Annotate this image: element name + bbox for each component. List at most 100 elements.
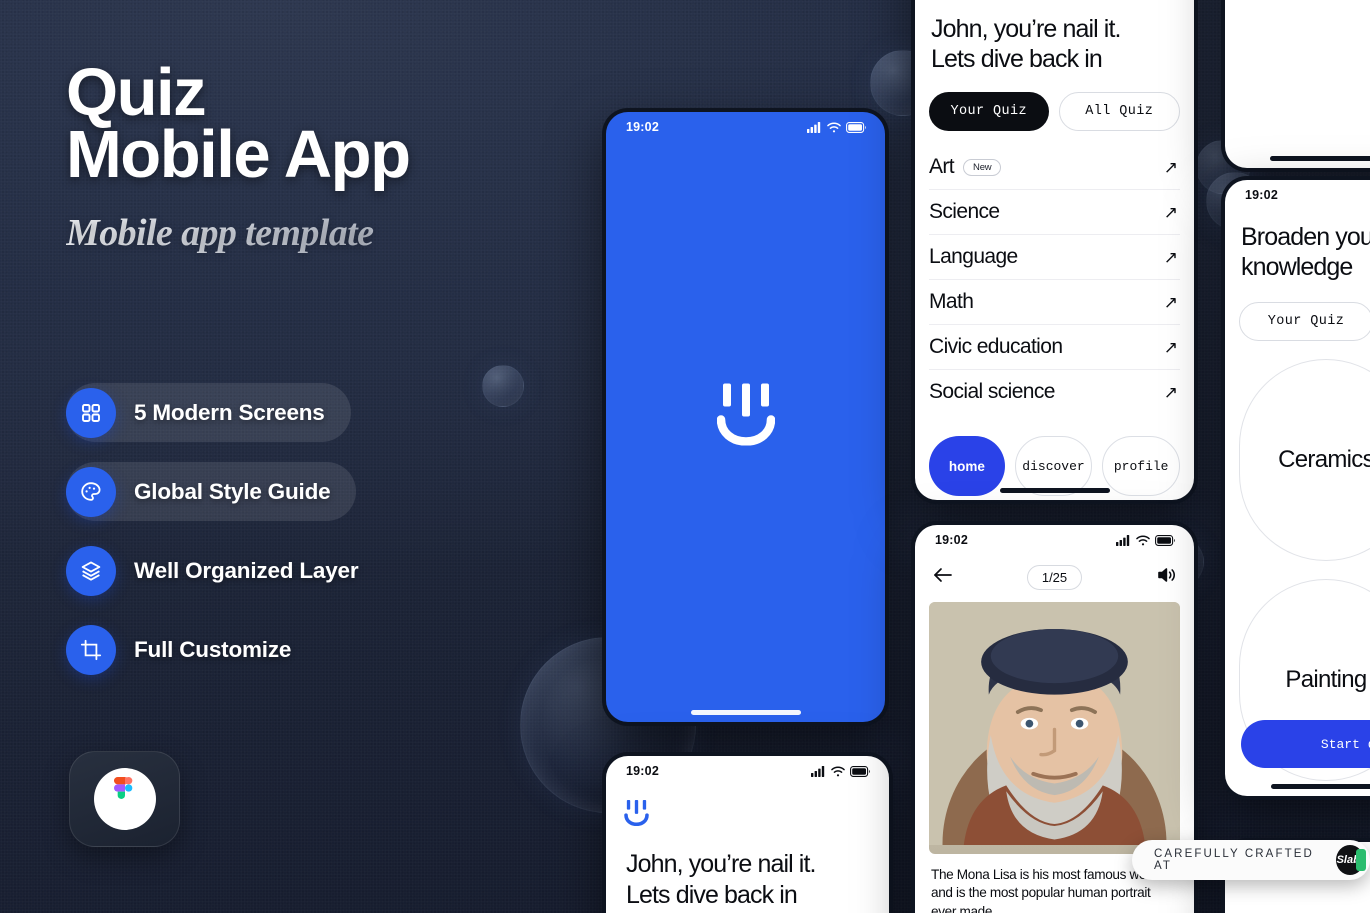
nav-item-profile[interactable]: profile bbox=[1102, 436, 1181, 496]
category-row-language[interactable]: Language ↗ bbox=[929, 235, 1180, 280]
wifi-icon bbox=[1136, 535, 1150, 545]
home-indicator bbox=[999, 488, 1110, 493]
category-label: Math bbox=[929, 290, 974, 313]
arrow-up-right-icon[interactable]: ↗ bbox=[1164, 339, 1178, 356]
nav-item-home[interactable]: home bbox=[929, 436, 1005, 496]
category-row-art[interactable]: Art New ↗ bbox=[929, 145, 1180, 190]
grid-icon bbox=[66, 387, 116, 438]
category-tabs: Your Quiz bbox=[1239, 302, 1370, 341]
category-label: Civic education bbox=[929, 335, 1063, 358]
signal-icon bbox=[807, 121, 821, 133]
wifi-icon bbox=[831, 766, 845, 776]
category-row-math[interactable]: Math ↗ bbox=[929, 280, 1180, 325]
start-quiz-button[interactable]: Start qui bbox=[1241, 720, 1370, 768]
category-label: Language bbox=[929, 245, 1018, 268]
arrow-up-right-icon[interactable]: ↗ bbox=[1164, 294, 1178, 311]
phone-category-screen: 19:02 Broaden you knowledge Your Quiz Ce… bbox=[1221, 176, 1370, 800]
status-bar: 19:02 bbox=[606, 756, 889, 786]
category-option-ceramics[interactable]: Ceramics bbox=[1239, 359, 1370, 561]
category-row-civic-education[interactable]: Civic education ↗ bbox=[929, 325, 1180, 370]
arrow-up-right-icon[interactable]: ↗ bbox=[1164, 159, 1178, 176]
phone-greeting-screen: 19:02 John, you’re nail it. Lets dive ba… bbox=[602, 752, 893, 913]
category-row-science[interactable]: Science ↗ bbox=[929, 190, 1180, 235]
status-bar: 19:02 bbox=[915, 525, 1194, 555]
bottom-nav: home discover profile bbox=[929, 436, 1181, 496]
phone-home-screen: John, you’re nail it. Lets dive back in … bbox=[911, 0, 1198, 504]
quiz-tabs: Your Quiz All Quiz bbox=[929, 92, 1180, 131]
wifi-icon bbox=[827, 122, 841, 132]
status-icons bbox=[811, 765, 871, 777]
category-line-1: Broaden you bbox=[1241, 223, 1370, 251]
home-indicator bbox=[1270, 156, 1370, 161]
signal-icon bbox=[1116, 534, 1130, 546]
arrow-up-right-icon[interactable]: ↗ bbox=[1164, 249, 1178, 266]
layers-icon bbox=[66, 545, 116, 596]
feature-item-screens: 5 Modern Screens bbox=[66, 383, 351, 442]
feature-item-layers: Well Organized Layer bbox=[66, 541, 384, 600]
feature-label: Global Style Guide bbox=[134, 478, 331, 504]
hero-copy: Quiz Mobile App Mobile app template bbox=[66, 59, 536, 255]
home-line-2: Lets dive back in bbox=[931, 45, 1103, 73]
phone-splash-screen: 19:02 bbox=[602, 108, 889, 726]
feature-label: 5 Modern Screens bbox=[134, 399, 325, 425]
figma-badge bbox=[69, 751, 180, 847]
status-badge: New bbox=[963, 158, 1002, 176]
feature-item-customize: Full Customize bbox=[66, 620, 317, 679]
smiley-logo bbox=[624, 800, 889, 831]
back-arrow-icon[interactable] bbox=[933, 567, 953, 588]
category-row-social-science[interactable]: Social science ↗ bbox=[929, 370, 1180, 414]
question-counter: 1/25 bbox=[1026, 565, 1083, 590]
home-line-1: John, you’re nail it. bbox=[931, 15, 1121, 43]
quiz-toolbar: 1/25 bbox=[915, 555, 1194, 602]
nav-item-discover[interactable]: discover bbox=[1014, 436, 1093, 496]
home-heading: John, you’re nail it. Lets dive back in bbox=[931, 14, 1178, 74]
question-image bbox=[929, 602, 1180, 854]
feature-item-style-guide: Global Style Guide bbox=[66, 462, 357, 521]
status-time: 19:02 bbox=[626, 120, 659, 134]
crop-icon bbox=[66, 624, 116, 675]
tab-your-quiz[interactable]: Your Quiz bbox=[929, 92, 1049, 131]
status-icons bbox=[1116, 534, 1176, 546]
splash-screen: 19:02 bbox=[606, 112, 885, 722]
footer-credit-text: CAREFULLY CRAFTED AT bbox=[1154, 848, 1314, 872]
feature-label: Well Organized Layer bbox=[134, 557, 359, 583]
status-bar: 19:02 bbox=[1225, 180, 1370, 210]
signal-icon bbox=[811, 765, 825, 777]
home-indicator bbox=[690, 710, 801, 715]
title-line-2: Mobile App bbox=[66, 116, 411, 192]
feature-label: Full Customize bbox=[134, 636, 292, 662]
category-list: Art New ↗ Science ↗ Language ↗ Math ↗ Ci… bbox=[929, 145, 1180, 414]
poster-stage: Quiz Mobile App Mobile app template 5 Mo… bbox=[0, 0, 1370, 913]
home-screen: John, you’re nail it. Lets dive back in … bbox=[915, 0, 1194, 500]
category-screen: 19:02 Broaden you knowledge Your Quiz Ce… bbox=[1225, 180, 1370, 796]
footer-credit-badge: CAREFULLY CRAFTED AT Slab! bbox=[1132, 840, 1370, 880]
greeting-screen: 19:02 John, you’re nail it. Lets dive ba… bbox=[606, 756, 889, 913]
status-time: 19:02 bbox=[626, 764, 659, 778]
status-time: 19:02 bbox=[1245, 188, 1278, 202]
page-title: Quiz Mobile App bbox=[66, 59, 536, 192]
arrow-up-right-icon[interactable]: ↗ bbox=[1164, 384, 1178, 401]
bg-orb-small bbox=[482, 365, 524, 407]
green-accent-bar bbox=[1356, 849, 1366, 871]
category-line-2: knowledge bbox=[1241, 253, 1353, 281]
category-label: Social science bbox=[929, 380, 1055, 403]
battery-icon bbox=[1155, 534, 1175, 546]
greeting-heading: John, you’re nail it. Lets dive back in bbox=[626, 849, 869, 910]
phone-answers-screen: Rembrandt Vi bbox=[1221, 0, 1370, 172]
palette-icon bbox=[66, 466, 116, 517]
category-label: Science bbox=[929, 200, 1000, 223]
battery-icon bbox=[846, 121, 866, 133]
answers-screen: Rembrandt Vi bbox=[1225, 0, 1370, 168]
feature-list: 5 Modern Screens Global Style Guide Well… bbox=[66, 383, 384, 699]
greeting-line-2: Lets dive back in bbox=[626, 880, 798, 909]
tab-your-quiz[interactable]: Your Quiz bbox=[1239, 302, 1370, 341]
smiley-logo bbox=[716, 383, 775, 451]
home-indicator bbox=[1271, 784, 1370, 789]
battery-icon bbox=[850, 765, 870, 777]
speaker-icon[interactable] bbox=[1156, 566, 1176, 589]
hero-subtitle: Mobile app template bbox=[66, 211, 536, 255]
greeting-line-1: John, you’re nail it. bbox=[626, 850, 816, 878]
tab-all-quiz[interactable]: All Quiz bbox=[1058, 92, 1180, 131]
category-heading: Broaden you knowledge bbox=[1241, 222, 1370, 282]
arrow-up-right-icon[interactable]: ↗ bbox=[1164, 204, 1178, 221]
